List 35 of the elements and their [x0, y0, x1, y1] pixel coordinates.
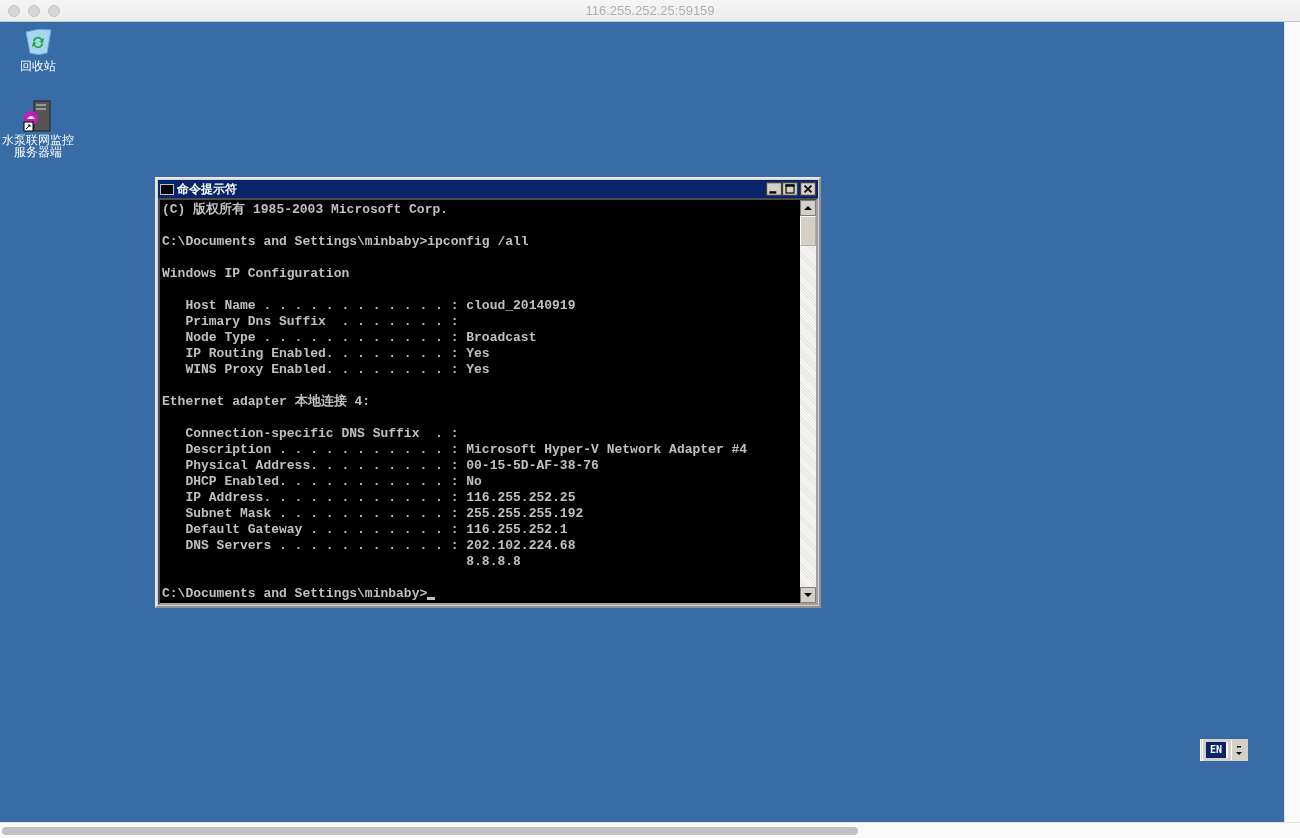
server-shortcut-icon[interactable]	[22, 100, 54, 132]
console-line: WINS Proxy Enabled. . . . . . . . : Yes	[184, 362, 490, 378]
desktop-icon-label[interactable]: 回收站	[1, 60, 75, 72]
console-line: IP Routing Enabled. . . . . . . . : Yes	[184, 346, 490, 362]
console-line: Description . . . . . . . . . . . : Microsoft Hyper-V Network Adapter #4	[184, 442, 748, 458]
minimize-button[interactable]	[766, 182, 782, 196]
horizontal-scrollbar[interactable]	[0, 822, 1300, 838]
language-bar[interactable]: EN	[1200, 739, 1248, 761]
console-line: DNS Servers . . . . . . . . . . . : 202.102.224.68	[184, 538, 576, 554]
console-line: Node Type . . . . . . . . . . . . : Broadcast	[184, 330, 537, 346]
console-line: Connection-specific DNS Suffix . :	[184, 426, 459, 442]
maximize-button[interactable]	[782, 182, 798, 196]
console-line: C:\Documents and Settings\minbaby>ipconfig /all	[162, 234, 529, 250]
console-icon	[160, 183, 174, 195]
console-line: C:\Documents and Settings\minbaby>	[162, 586, 428, 602]
console-line: IP Address. . . . . . . . . . . . : 116.255.252.25	[184, 490, 576, 506]
console-line: Primary Dns Suffix . . . . . . . :	[184, 314, 459, 330]
console-line: Default Gateway . . . . . . . . . : 116.255.252.1	[184, 522, 568, 538]
console-line: Subnet Mask . . . . . . . . . . . : 255.255.255.192	[184, 506, 584, 522]
window-title: 命令提示符	[177, 180, 238, 198]
console-line: DHCP Enabled. . . . . . . . . . . : No	[184, 474, 482, 490]
window-title: 116.255.252.25:59159	[585, 3, 715, 18]
scrollbar[interactable]	[800, 200, 816, 603]
language-indicator[interactable]: EN	[1206, 742, 1228, 758]
console-line: Windows IP Configuration	[162, 266, 350, 282]
desktop-icon-label[interactable]: 水泵联网监控服务器端	[1, 134, 75, 158]
console-line: Host Name . . . . . . . . . . . . : cloud_20140919	[184, 298, 576, 314]
console-line: Ethernet adapter 本地连接 4:	[162, 394, 371, 410]
console-line: 8.8.8.8	[465, 554, 521, 570]
close-button[interactable]	[800, 182, 816, 196]
recycle-bin-icon[interactable]	[22, 26, 54, 58]
console-line: Physical Address. . . . . . . . . : 00-15-5D-AF-38-76	[184, 458, 599, 474]
scroll-thumb[interactable]	[800, 216, 816, 246]
console-line: (C) 版权所有 1985-2003 Microsoft Corp.	[162, 202, 449, 218]
scroll-thumb[interactable]	[2, 826, 858, 835]
